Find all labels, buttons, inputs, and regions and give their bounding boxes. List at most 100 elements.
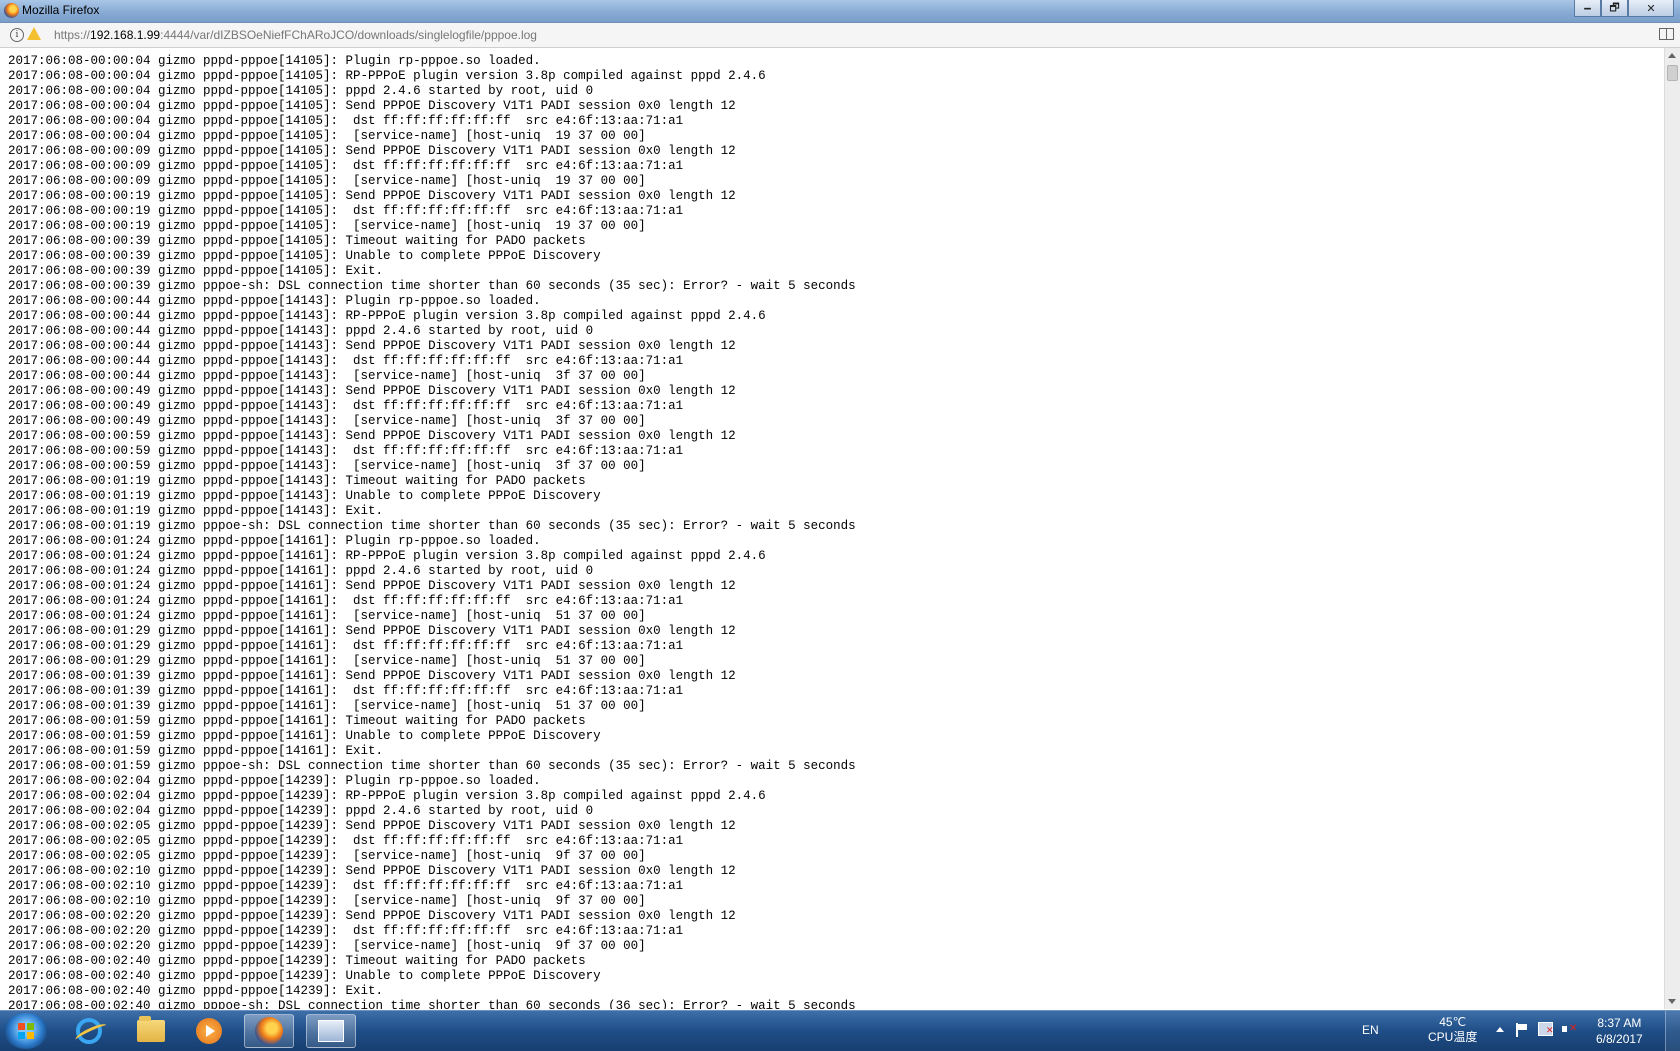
scroll-up-arrow-icon[interactable] bbox=[1668, 53, 1676, 58]
cpu-temperature-label: CPU温度 bbox=[1428, 1030, 1478, 1044]
log-line: 2017:06:08-00:01:59 gizmo pppd-pppoe[141… bbox=[8, 714, 586, 728]
log-line: 2017:06:08-00:02:04 gizmo pppd-pppoe[142… bbox=[8, 774, 541, 788]
url-scheme: https:// bbox=[54, 28, 91, 42]
internet-explorer-icon bbox=[76, 1018, 102, 1044]
log-line: 2017:06:08-00:02:20 gizmo pppd-pppoe[142… bbox=[8, 924, 684, 938]
log-line: 2017:06:08-00:02:10 gizmo pppd-pppoe[142… bbox=[8, 894, 646, 908]
volume-muted-icon[interactable] bbox=[1562, 1022, 1577, 1036]
system-tray: EN 45℃ CPU温度 8:37 AM 6/8/2017 bbox=[1280, 1011, 1680, 1051]
window-controls: 🗕 🗗 ✕ bbox=[1574, 0, 1674, 18]
log-line: 2017:06:08-00:02:20 gizmo pppd-pppoe[142… bbox=[8, 939, 646, 953]
log-line: 2017:06:08-00:00:04 gizmo pppd-pppoe[141… bbox=[8, 69, 766, 83]
security-warning-icon[interactable] bbox=[27, 27, 41, 40]
clock[interactable]: 8:37 AM 6/8/2017 bbox=[1596, 1015, 1643, 1047]
log-line: 2017:06:08-00:00:19 gizmo pppd-pppoe[141… bbox=[8, 189, 736, 203]
log-line: 2017:06:08-00:01:29 gizmo pppd-pppoe[141… bbox=[8, 624, 736, 638]
url-host: 192.168.1.99 bbox=[90, 28, 161, 42]
log-line: 2017:06:08-00:00:44 gizmo pppd-pppoe[141… bbox=[8, 324, 594, 338]
cpu-temperature[interactable]: 45℃ CPU温度 bbox=[1428, 1015, 1477, 1045]
maximize-button[interactable]: 🗗 bbox=[1601, 0, 1628, 17]
media-player-icon bbox=[196, 1018, 222, 1044]
log-line: 2017:06:08-00:00:09 gizmo pppd-pppoe[141… bbox=[8, 174, 646, 188]
log-line: 2017:06:08-00:00:39 gizmo pppd-pppoe[141… bbox=[8, 249, 601, 263]
log-line: 2017:06:08-00:00:59 gizmo pppd-pppoe[141… bbox=[8, 429, 736, 443]
clock-date: 6/8/2017 bbox=[1596, 1032, 1643, 1046]
start-button[interactable] bbox=[4, 1013, 48, 1049]
log-line: 2017:06:08-00:01:24 gizmo pppd-pppoe[141… bbox=[8, 534, 541, 548]
url-bar[interactable]: i https://192.168.1.99:4444/var/dIZBSOeN… bbox=[0, 23, 1680, 48]
log-line: 2017:06:08-00:01:39 gizmo pppd-pppoe[141… bbox=[8, 699, 646, 713]
log-line: 2017:06:08-00:00:19 gizmo pppd-pppoe[141… bbox=[8, 219, 646, 233]
log-line: 2017:06:08-00:02:05 gizmo pppd-pppoe[142… bbox=[8, 834, 684, 848]
log-line: 2017:06:08-00:02:05 gizmo pppd-pppoe[142… bbox=[8, 819, 736, 833]
log-line: 2017:06:08-00:00:19 gizmo pppd-pppoe[141… bbox=[8, 204, 684, 218]
log-line: 2017:06:08-00:00:49 gizmo pppd-pppoe[141… bbox=[8, 399, 684, 413]
action-center-flag-icon[interactable] bbox=[1516, 1023, 1528, 1037]
log-line: 2017:06:08-00:01:19 gizmo pppoe-sh: DSL … bbox=[8, 519, 856, 533]
log-line: 2017:06:08-00:01:19 gizmo pppd-pppoe[141… bbox=[8, 504, 384, 518]
log-line: 2017:06:08-00:00:04 gizmo pppd-pppoe[141… bbox=[8, 114, 684, 128]
log-line: 2017:06:08-00:01:39 gizmo pppd-pppoe[141… bbox=[8, 669, 736, 683]
vertical-scrollbar[interactable] bbox=[1664, 48, 1680, 1009]
log-line: 2017:06:08-00:01:19 gizmo pppd-pppoe[141… bbox=[8, 474, 586, 488]
log-line: 2017:06:08-00:02:10 gizmo pppd-pppoe[142… bbox=[8, 879, 684, 893]
log-line: 2017:06:08-00:00:49 gizmo pppd-pppoe[141… bbox=[8, 414, 646, 428]
windows-logo-icon bbox=[18, 1023, 34, 1039]
log-line: 2017:06:08-00:02:04 gizmo pppd-pppoe[142… bbox=[8, 804, 594, 818]
log-line: 2017:06:08-00:00:09 gizmo pppd-pppoe[141… bbox=[8, 144, 736, 158]
firefox-logo-icon bbox=[4, 3, 19, 18]
taskbar-ie-button[interactable] bbox=[64, 1014, 114, 1048]
log-line: 2017:06:08-00:01:39 gizmo pppd-pppoe[141… bbox=[8, 684, 684, 698]
log-line: 2017:06:08-00:02:40 gizmo pppd-pppoe[142… bbox=[8, 954, 586, 968]
site-info-icon[interactable]: i bbox=[10, 28, 24, 42]
log-line: 2017:06:08-00:00:09 gizmo pppd-pppoe[141… bbox=[8, 159, 684, 173]
taskbar-explorer-button[interactable] bbox=[126, 1014, 176, 1048]
show-desktop-button[interactable] bbox=[1665, 1011, 1680, 1051]
log-line: 2017:06:08-00:00:04 gizmo pppd-pppoe[141… bbox=[8, 54, 541, 68]
log-line: 2017:06:08-00:02:10 gizmo pppd-pppoe[142… bbox=[8, 864, 736, 878]
firefox-icon bbox=[255, 1017, 283, 1045]
scrollbar-thumb[interactable] bbox=[1667, 65, 1678, 81]
language-indicator[interactable]: EN bbox=[1362, 1023, 1379, 1037]
log-line: 2017:06:08-00:02:40 gizmo pppd-pppoe[142… bbox=[8, 984, 384, 998]
scroll-down-arrow-icon[interactable] bbox=[1668, 999, 1676, 1004]
clock-time: 8:37 AM bbox=[1597, 1016, 1642, 1030]
log-line: 2017:06:08-00:00:44 gizmo pppd-pppoe[141… bbox=[8, 294, 541, 308]
log-line: 2017:06:08-00:00:44 gizmo pppd-pppoe[141… bbox=[8, 309, 766, 323]
log-line: 2017:06:08-00:01:59 gizmo pppoe-sh: DSL … bbox=[8, 759, 856, 773]
log-line: 2017:06:08-00:01:59 gizmo pppd-pppoe[141… bbox=[8, 744, 384, 758]
minimize-button[interactable]: 🗕 bbox=[1574, 0, 1601, 17]
log-line: 2017:06:08-00:00:04 gizmo pppd-pppoe[141… bbox=[8, 84, 594, 98]
log-line: 2017:06:08-00:00:44 gizmo pppd-pppoe[141… bbox=[8, 339, 736, 353]
log-line: 2017:06:08-00:00:04 gizmo pppd-pppoe[141… bbox=[8, 99, 736, 113]
log-line: 2017:06:08-00:00:59 gizmo pppd-pppoe[141… bbox=[8, 444, 684, 458]
show-hidden-icons-icon[interactable] bbox=[1496, 1027, 1504, 1032]
url-text[interactable]: https://192.168.1.99:4444/var/dIZBSOeNie… bbox=[54, 28, 537, 42]
reader-view-icon[interactable] bbox=[1659, 28, 1674, 40]
log-line: 2017:06:08-00:00:49 gizmo pppd-pppoe[141… bbox=[8, 384, 736, 398]
taskbar-remote-desktop-button[interactable] bbox=[306, 1014, 356, 1048]
log-line: 2017:06:08-00:01:24 gizmo pppd-pppoe[141… bbox=[8, 549, 766, 563]
log-line: 2017:06:08-00:01:59 gizmo pppd-pppoe[141… bbox=[8, 729, 601, 743]
url-path: :4444/var/dIZBSOeNiefFChARoJCO/downloads… bbox=[160, 28, 537, 42]
close-button[interactable]: ✕ bbox=[1628, 0, 1674, 17]
log-line: 2017:06:08-00:02:20 gizmo pppd-pppoe[142… bbox=[8, 909, 736, 923]
taskbar-firefox-button[interactable] bbox=[244, 1014, 294, 1048]
network-icon[interactable] bbox=[1538, 1022, 1554, 1036]
log-line: 2017:06:08-00:00:39 gizmo pppoe-sh: DSL … bbox=[8, 279, 856, 293]
taskbar-media-player-button[interactable] bbox=[184, 1014, 234, 1048]
log-line: 2017:06:08-00:00:59 gizmo pppd-pppoe[141… bbox=[8, 459, 646, 473]
log-line: 2017:06:08-00:02:40 gizmo pppoe-sh: DSL … bbox=[8, 999, 856, 1009]
log-line: 2017:06:08-00:01:24 gizmo pppd-pppoe[141… bbox=[8, 594, 684, 608]
cpu-temperature-value: 45℃ bbox=[1439, 1015, 1467, 1029]
log-line: 2017:06:08-00:00:39 gizmo pppd-pppoe[141… bbox=[8, 234, 586, 248]
log-text: 2017:06:08-00:00:04 gizmo pppd-pppoe[141… bbox=[0, 48, 1664, 1009]
log-line: 2017:06:08-00:01:24 gizmo pppd-pppoe[141… bbox=[8, 579, 736, 593]
log-line: 2017:06:08-00:00:04 gizmo pppd-pppoe[141… bbox=[8, 129, 646, 143]
log-line: 2017:06:08-00:01:24 gizmo pppd-pppoe[141… bbox=[8, 609, 646, 623]
window-title: Mozilla Firefox bbox=[22, 3, 100, 17]
log-line: 2017:06:08-00:01:19 gizmo pppd-pppoe[141… bbox=[8, 489, 601, 503]
log-line: 2017:06:08-00:01:24 gizmo pppd-pppoe[141… bbox=[8, 564, 594, 578]
page-content: 2017:06:08-00:00:04 gizmo pppd-pppoe[141… bbox=[0, 48, 1664, 1009]
window-titlebar[interactable]: Mozilla Firefox 🗕 🗗 ✕ bbox=[0, 0, 1680, 23]
